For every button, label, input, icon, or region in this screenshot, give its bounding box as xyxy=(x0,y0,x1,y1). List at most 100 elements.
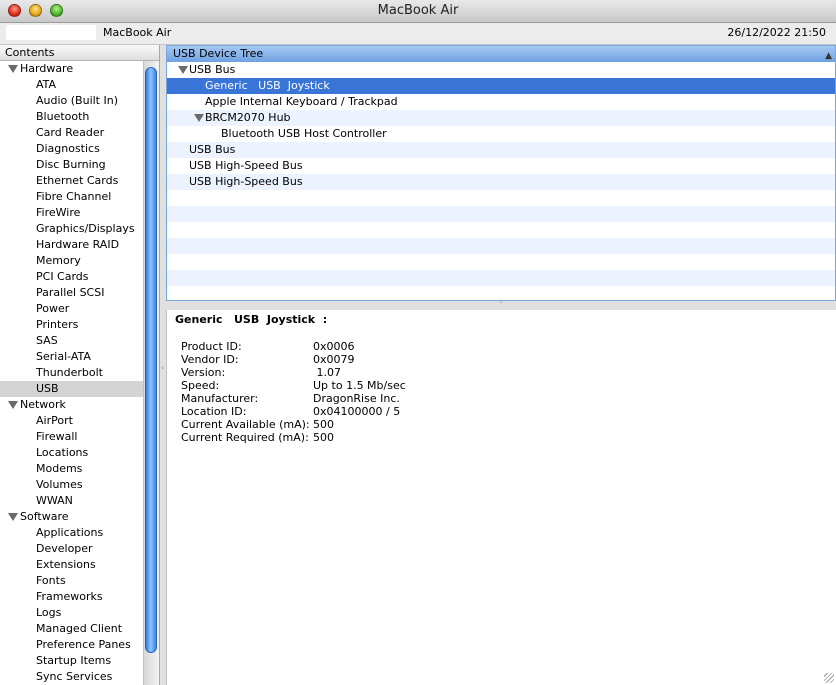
sidebar-item-label: Fonts xyxy=(36,574,66,587)
sidebar-item[interactable]: Card Reader xyxy=(0,125,159,141)
sidebar-item[interactable]: USB xyxy=(0,381,159,397)
sidebar-item-label: Audio (Built In) xyxy=(36,94,119,107)
tree-row[interactable]: Bluetooth USB Host Controller xyxy=(167,126,835,142)
sidebar-item[interactable]: Audio (Built In) xyxy=(0,93,159,109)
sidebar-item-label: Hardware xyxy=(20,62,74,75)
sidebar-item[interactable]: Printers xyxy=(0,317,159,333)
device-detail-panel: Generic USB Joystick : Product ID: 0x0006… xyxy=(166,310,836,685)
sidebar-category[interactable]: Network xyxy=(0,397,159,413)
sidebar-item[interactable]: Fibre Channel xyxy=(0,189,159,205)
tree-empty-row xyxy=(167,238,835,254)
tree-row-label: BRCM2070 Hub xyxy=(205,111,291,124)
title-bar: MacBook Air xyxy=(0,0,836,23)
disclosure-triangle-icon[interactable] xyxy=(8,65,18,73)
sidebar-item[interactable]: Ethernet Cards xyxy=(0,173,159,189)
sidebar-item-label: Applications xyxy=(36,526,104,539)
tree-empty-row xyxy=(167,254,835,270)
sidebar-item[interactable]: Disc Burning xyxy=(0,157,159,173)
sidebar-item[interactable]: Graphics/Displays xyxy=(0,221,159,237)
sidebar-item[interactable]: Firewall xyxy=(0,429,159,445)
tree-row-label: USB Bus xyxy=(189,143,236,156)
sidebar-item[interactable]: Logs xyxy=(0,605,159,621)
tree-empty-row xyxy=(167,270,835,286)
tree-row[interactable]: USB Bus xyxy=(167,62,835,78)
sidebar-item[interactable]: Frameworks xyxy=(0,589,159,605)
property-key: Product ID: xyxy=(181,340,242,353)
tree-column-header[interactable]: USB Device Tree ▲ xyxy=(167,46,835,62)
sidebar-item-label: WWAN xyxy=(36,494,73,507)
info-bar: MacBook Air 26/12/2022 21:50 xyxy=(0,23,836,45)
sidebar-item[interactable]: Startup Items xyxy=(0,653,159,669)
property-value: DragonRise Inc. xyxy=(313,392,400,405)
sidebar-item[interactable]: SAS xyxy=(0,333,159,349)
property-row: Current Required (mA): 500 xyxy=(181,431,406,444)
tree-row[interactable]: Apple Internal Keyboard / Trackpad xyxy=(167,94,835,110)
sidebar-item-label: Bluetooth xyxy=(36,110,90,123)
sidebar-item[interactable]: PCI Cards xyxy=(0,269,159,285)
sidebar-item-label: Firewall xyxy=(36,430,78,443)
contents-header[interactable]: Contents xyxy=(0,45,159,61)
horizontal-splitter[interactable]: ˆ xyxy=(166,301,836,310)
sidebar-item[interactable]: Fonts xyxy=(0,573,159,589)
sidebar-item[interactable]: Memory xyxy=(0,253,159,269)
sidebar-item[interactable]: Power xyxy=(0,301,159,317)
disclosure-triangle-icon[interactable] xyxy=(178,66,188,74)
tree-row-label: USB High-Speed Bus xyxy=(189,159,303,172)
sidebar-item[interactable]: Locations xyxy=(0,445,159,461)
sidebar-item[interactable]: Bluetooth xyxy=(0,109,159,125)
sidebar-item-label: Logs xyxy=(36,606,62,619)
contents-sidebar: Contents Hardware ATA Audio (Built In) Blue… xyxy=(0,45,160,685)
splitter-grip-icon: ‹ xyxy=(161,363,165,372)
tree-empty-row xyxy=(167,286,835,300)
property-key: Current Available (mA): xyxy=(181,418,310,431)
hsplit-grip-icon: ˆ xyxy=(499,301,503,310)
sidebar-scroll-thumb[interactable] xyxy=(145,67,157,653)
sidebar-item[interactable]: Modems xyxy=(0,461,159,477)
property-key: Version: xyxy=(181,366,226,379)
property-row: Location ID: 0x04100000 / 5 xyxy=(181,405,406,418)
sidebar-item[interactable]: Diagnostics xyxy=(0,141,159,157)
disclosure-triangle-icon[interactable] xyxy=(8,513,18,521)
sidebar-item[interactable]: Serial-ATA xyxy=(0,349,159,365)
sidebar-item-label: Thunderbolt xyxy=(36,366,103,379)
sidebar-item[interactable]: Managed Client xyxy=(0,621,159,637)
sidebar-item-label: Managed Client xyxy=(36,622,123,635)
sidebar-item[interactable]: Extensions xyxy=(0,557,159,573)
sidebar-category[interactable]: Software xyxy=(0,509,159,525)
sidebar-item[interactable]: FireWire xyxy=(0,205,159,221)
property-value: Up to 1.5 Mb/sec xyxy=(313,379,406,392)
property-row: Product ID: 0x0006 xyxy=(181,340,406,353)
property-row: Current Available (mA): 500 xyxy=(181,418,406,431)
tree-row[interactable]: Generic USB Joystick xyxy=(167,78,835,94)
sidebar-category[interactable]: Hardware xyxy=(0,61,159,77)
property-value: 500 xyxy=(313,431,334,444)
sidebar-item-label: Hardware RAID xyxy=(36,238,120,251)
sidebar-item[interactable]: Developer xyxy=(0,541,159,557)
sidebar-item-label: Software xyxy=(20,510,69,523)
tree-header-label: USB Device Tree xyxy=(173,47,264,60)
tree-row[interactable]: USB High-Speed Bus xyxy=(167,174,835,190)
sidebar-item[interactable]: Parallel SCSI xyxy=(0,285,159,301)
sidebar-item[interactable]: ATA xyxy=(0,77,159,93)
disclosure-triangle-icon[interactable] xyxy=(194,114,204,122)
sidebar-scrollbar[interactable] xyxy=(143,61,159,685)
sidebar-item-label: AirPort xyxy=(36,414,73,427)
resize-grip-icon[interactable] xyxy=(824,673,834,683)
sidebar-item[interactable]: Sync Services xyxy=(0,669,159,685)
sidebar-item[interactable]: Thunderbolt xyxy=(0,365,159,381)
property-row: Version: 1.07 xyxy=(181,366,406,379)
contents-list: Hardware ATA Audio (Built In) Bluetooth Card… xyxy=(0,61,159,685)
sidebar-item[interactable]: AirPort xyxy=(0,413,159,429)
disclosure-triangle-icon[interactable] xyxy=(8,401,18,409)
property-key: Manufacturer: xyxy=(181,392,259,405)
sidebar-item[interactable]: Volumes xyxy=(0,477,159,493)
sidebar-item[interactable]: Preference Panes xyxy=(0,637,159,653)
sidebar-item[interactable]: WWAN xyxy=(0,493,159,509)
sidebar-item-label: ATA xyxy=(36,78,57,91)
tree-row[interactable]: USB High-Speed Bus xyxy=(167,158,835,174)
sidebar-item[interactable]: Applications xyxy=(0,525,159,541)
tree-row[interactable]: BRCM2070 Hub xyxy=(167,110,835,126)
tree-row[interactable]: USB Bus xyxy=(167,142,835,158)
tree-row-label: Bluetooth USB Host Controller xyxy=(221,127,387,140)
sidebar-item[interactable]: Hardware RAID xyxy=(0,237,159,253)
